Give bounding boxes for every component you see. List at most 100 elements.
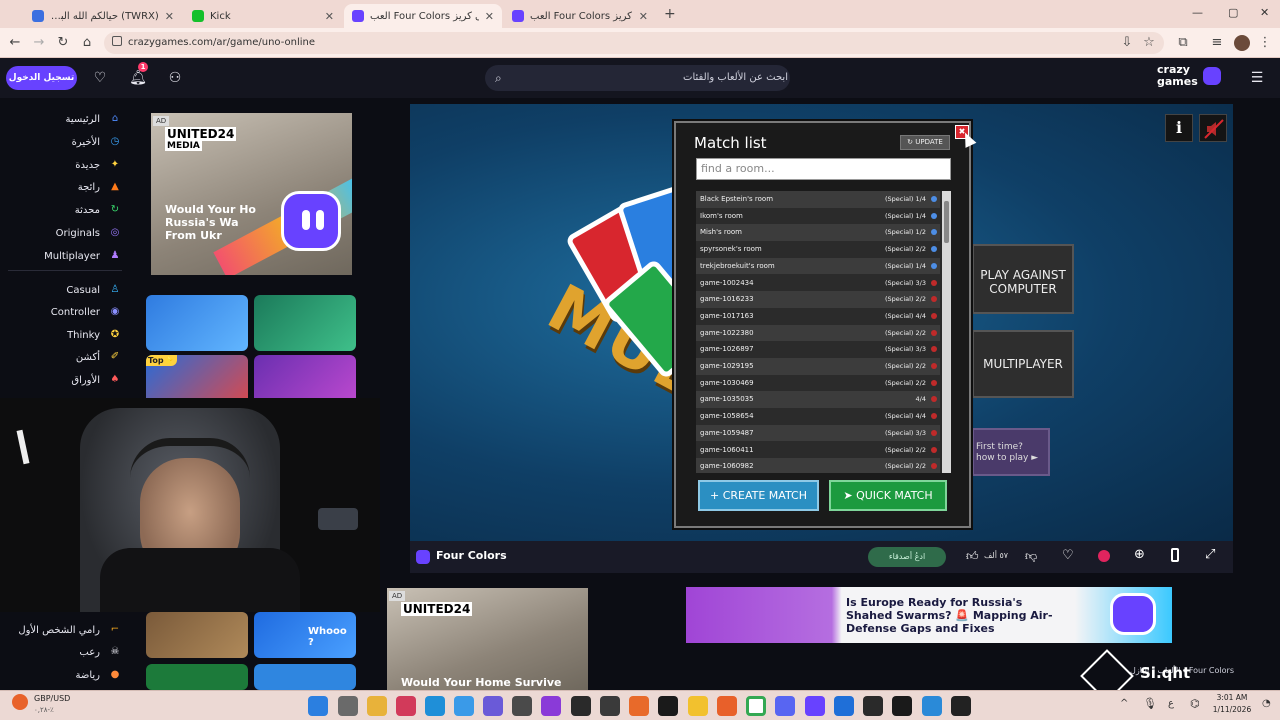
crazygames-logo[interactable]: crazy games xyxy=(1157,64,1223,94)
list-item[interactable]: Black Epstein's room (Special) 1/4 xyxy=(696,191,940,208)
notification-center-icon[interactable]: ◔ xyxy=(1262,698,1271,709)
sidebar-item-casual[interactable]: Casual ♙ xyxy=(66,279,122,301)
list-item[interactable]: game-1060411 (Special) 2/2 xyxy=(696,441,940,459)
file-explorer-icon[interactable] xyxy=(367,696,387,716)
app-icon[interactable] xyxy=(834,696,854,716)
copilot-icon[interactable] xyxy=(541,696,561,716)
list-item[interactable]: Mish's room (Special) 1/2 xyxy=(696,224,940,242)
app-a-icon[interactable] xyxy=(629,696,649,716)
ad-united24[interactable]: AD UNITED24 MEDIA Would Your Ho Russia's… xyxy=(151,113,352,275)
back-arrow-icon[interactable]: ← xyxy=(6,34,24,52)
list-item[interactable]: game-1060982 (Special) 2/2 xyxy=(696,458,940,473)
task-view-icon[interactable] xyxy=(338,696,358,716)
language-indicator[interactable]: ع xyxy=(1168,698,1174,709)
game-thumb-who[interactable] xyxy=(254,295,356,351)
game-thumb-ludo[interactable] xyxy=(146,295,248,351)
list-item[interactable]: game-1022380 (Special) 2/2 xyxy=(696,324,940,342)
sidebar-item-originals[interactable]: Originals ◎ xyxy=(56,222,122,244)
report-icon[interactable] xyxy=(1098,550,1110,562)
sidebar-item-new[interactable]: جديدة ✦ xyxy=(75,154,122,176)
favorite-heart-icon[interactable]: ♡ xyxy=(1062,548,1074,563)
tray-chevron-icon[interactable]: ^ xyxy=(1120,698,1128,709)
list-scrollbar[interactable] xyxy=(942,191,951,473)
url-field[interactable]: crazygames.com/ar/game/uno-online xyxy=(104,32,1164,54)
app-icon[interactable] xyxy=(863,696,883,716)
network-icon[interactable]: ⌬ xyxy=(1190,697,1200,710)
terminal-icon[interactable] xyxy=(951,696,971,716)
login-button[interactable]: تسجيل الدخول xyxy=(6,66,77,90)
sidebar-item-home[interactable]: الرئيسية ⌂ xyxy=(66,108,122,130)
search-input[interactable]: ⌕ ابحث عن الألعاب والفئات xyxy=(485,65,790,91)
firefox-icon[interactable] xyxy=(717,696,737,716)
hamburger-menu-icon[interactable]: ☰ xyxy=(1246,67,1268,89)
app-icon[interactable] xyxy=(805,696,825,716)
play-computer-button[interactable]: PLAY AGAINST COMPUTER xyxy=(972,244,1074,314)
bookmark-star-icon[interactable]: ☆ xyxy=(1140,34,1158,52)
browser-tab[interactable]: Kick ✕ xyxy=(184,4,342,28)
favorites-heart-icon[interactable]: ♡ xyxy=(89,67,111,89)
sound-off-icon[interactable] xyxy=(1199,114,1227,142)
obs-icon[interactable] xyxy=(600,696,620,716)
list-item[interactable]: spyrsonek's room (Special) 2/2 xyxy=(696,241,940,258)
microphone-tray-icon[interactable]: 🎙︎ xyxy=(1143,697,1157,710)
install-app-icon[interactable]: ⇩ xyxy=(1118,34,1136,52)
teams-icon[interactable] xyxy=(483,696,503,716)
browser-tab[interactable]: العب Four Colors على كريز ✕ xyxy=(504,4,656,28)
tab-close-icon[interactable]: ✕ xyxy=(165,10,174,23)
like-thumb-icon[interactable]: 👍︎ xyxy=(966,549,979,564)
list-item[interactable]: game-1058654 (Special) 4/4 xyxy=(696,408,940,425)
multiplayer-button[interactable]: MULTIPLAYER xyxy=(972,330,1074,398)
game-thumb-whooo[interactable]: Whooo ? xyxy=(254,612,356,658)
fullscreen-icon[interactable]: ⤢ xyxy=(1205,547,1215,562)
ad-united24-bottom[interactable]: AD UNITED24 Would Your Home Survive xyxy=(387,588,588,690)
reload-icon[interactable]: ↻ xyxy=(54,34,72,52)
dislike-thumb-icon[interactable]: 👎︎ xyxy=(1025,549,1037,564)
sidebar-item-shooter[interactable]: رامي الشخص الأول ⌐ xyxy=(18,619,122,641)
list-item[interactable]: Ikom's room (Special) 1/4 xyxy=(696,207,940,225)
new-tab-button[interactable]: + xyxy=(664,6,676,22)
clock-date[interactable]: 1/11/2026 xyxy=(1206,705,1258,714)
site-info-icon[interactable] xyxy=(112,36,122,46)
list-item[interactable]: game-1026897 (Special) 3/3 xyxy=(696,341,940,358)
profile-avatar[interactable] xyxy=(1234,35,1250,51)
app-icon[interactable] xyxy=(396,696,416,716)
tab-close-icon[interactable]: ✕ xyxy=(325,10,334,23)
list-item[interactable]: game-1035035 4/4 xyxy=(696,391,940,409)
calculator-icon[interactable] xyxy=(512,696,532,716)
stock-widget-icon[interactable] xyxy=(12,694,28,710)
list-item[interactable]: game-1002434 (Special) 3/3 xyxy=(696,274,940,292)
create-match-button[interactable]: + CREATE MATCH xyxy=(698,480,819,511)
scrollbar-thumb[interactable] xyxy=(944,201,949,243)
friends-icon[interactable]: ⚇ xyxy=(164,67,186,89)
mobile-icon[interactable] xyxy=(1171,548,1179,562)
extensions-icon[interactable]: ⧉ xyxy=(1174,34,1192,52)
browser-tab-active[interactable]: العب Four Colors على كريز ✕ xyxy=(344,4,502,28)
clock-time[interactable]: 3:01 AM xyxy=(1210,693,1254,702)
sidebar-item-recent[interactable]: الأخيرة ◷ xyxy=(72,131,122,153)
github-icon[interactable] xyxy=(571,696,591,716)
sidebar-item-multiplayer[interactable]: Multiplayer ♟ xyxy=(44,245,122,267)
media-control-icon[interactable]: ≡ xyxy=(1208,34,1226,52)
list-item[interactable]: game-1017163 (Special) 4/4 xyxy=(696,307,940,325)
close-window-button[interactable]: ✕ xyxy=(1260,6,1269,19)
forward-arrow-icon[interactable]: → xyxy=(30,34,48,52)
sidebar-item-horror[interactable]: رعب ☠ xyxy=(79,641,122,663)
sidebar-item-sports[interactable]: رياضة ● xyxy=(75,664,122,686)
notes-icon[interactable] xyxy=(688,696,708,716)
sidebar-item-controller[interactable]: Controller ◉ xyxy=(51,301,122,323)
list-item[interactable]: game-1030469 (Special) 2/2 xyxy=(696,374,940,392)
app-icon[interactable] xyxy=(922,696,942,716)
list-item[interactable]: trekjebroekuit's room (Special) 1/4 xyxy=(696,257,940,275)
minimize-button[interactable]: — xyxy=(1192,6,1203,19)
chrome-icon[interactable] xyxy=(746,696,766,716)
edge-icon[interactable] xyxy=(425,696,445,716)
invite-friends-button[interactable]: ادعُ أصدقاء xyxy=(868,547,946,567)
app-icon[interactable] xyxy=(892,696,912,716)
sidebar-item-action[interactable]: أكشن ✐ xyxy=(76,346,122,368)
share-icon[interactable]: ⊕ xyxy=(1134,547,1145,562)
update-button[interactable]: ↻ UPDATE xyxy=(900,135,950,150)
list-item[interactable]: game-1029195 (Special) 2/2 xyxy=(696,358,940,375)
browser-menu-icon[interactable]: ⋮ xyxy=(1256,34,1274,52)
game-thumb-tower[interactable] xyxy=(146,612,248,658)
game-thumb-dice[interactable] xyxy=(254,664,356,690)
